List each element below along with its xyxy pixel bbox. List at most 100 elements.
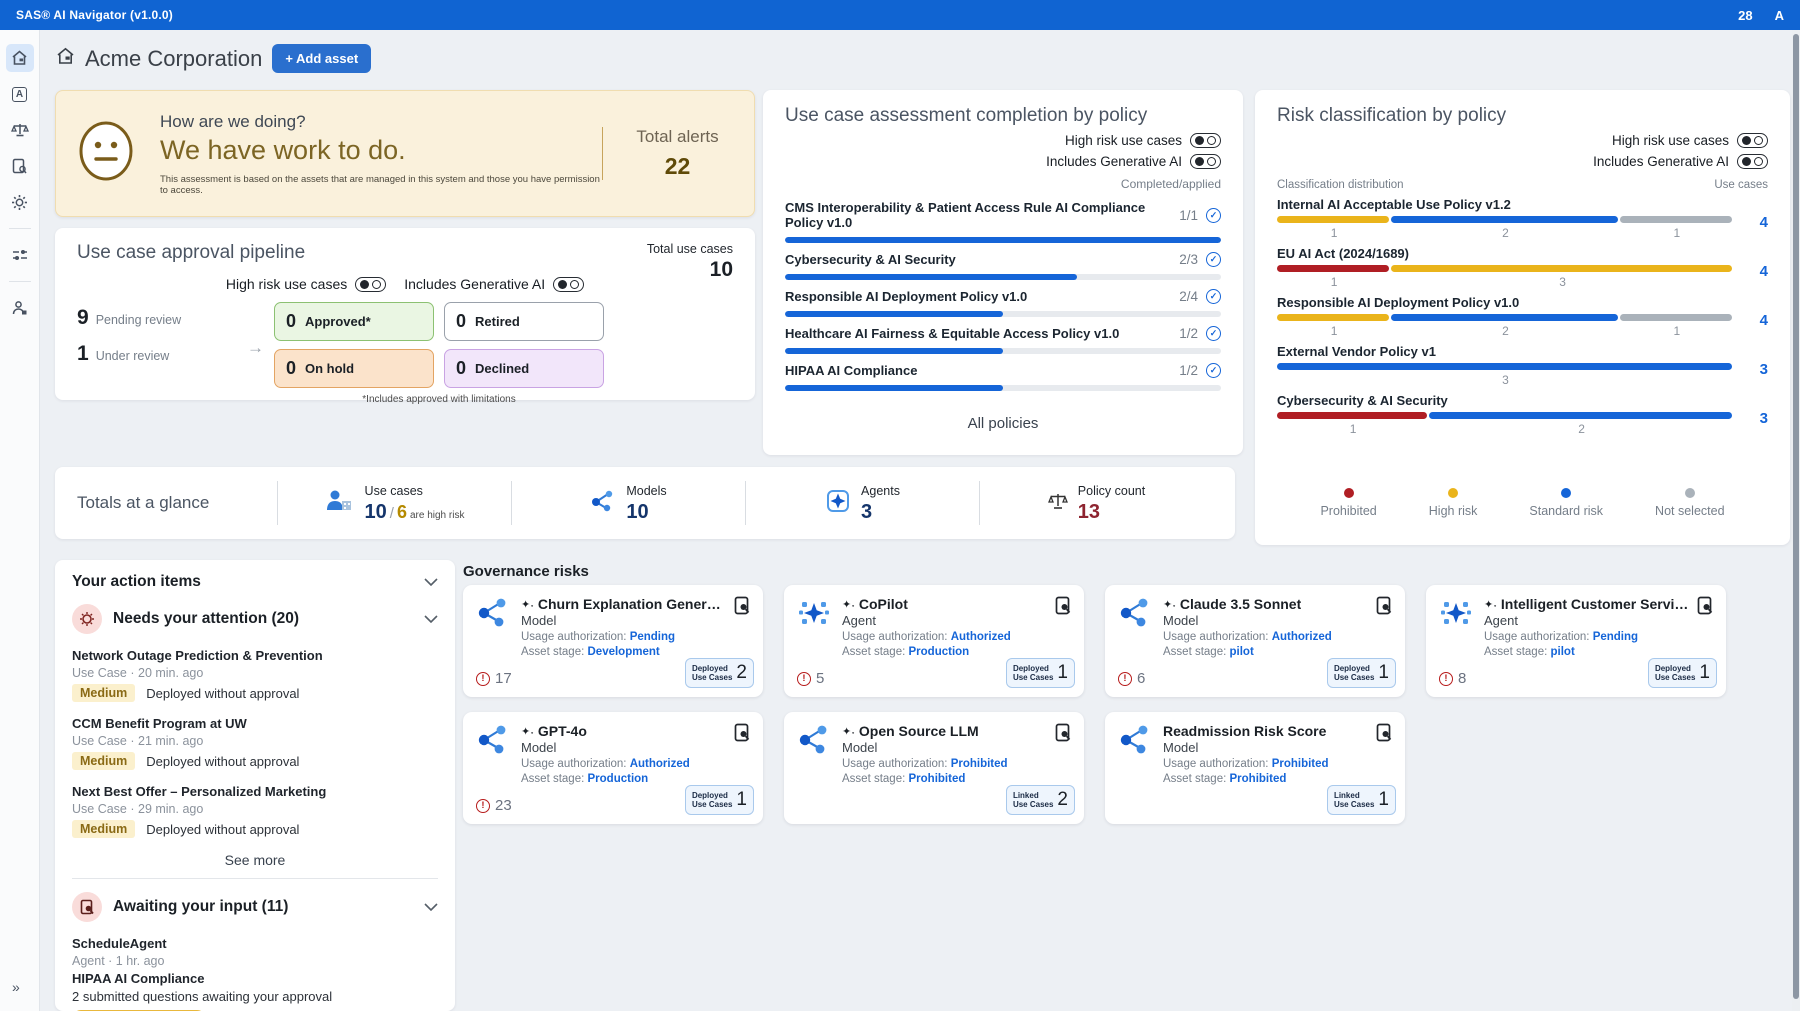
agents-total: Agents3	[745, 481, 979, 525]
see-more-link[interactable]: See more	[72, 852, 438, 868]
policy-badge-icon: ✓	[1206, 326, 1221, 341]
totals-strip: Totals at a glance Use cases 10/6are hig…	[55, 467, 1235, 539]
notification-count[interactable]: 28	[1738, 8, 1752, 23]
awaiting-input-header: Awaiting your input (11)	[113, 898, 288, 916]
use-cases-header: Use cases	[1714, 179, 1768, 191]
pending-review-label: Pending review	[96, 313, 181, 327]
action-item[interactable]: Next Best Offer – Personalized Marketing…	[72, 784, 438, 838]
retired-box: 0Retired	[444, 302, 604, 341]
action-item[interactable]: ScheduleAgent Agent · 1 hr. ago HIPAA AI…	[72, 936, 438, 1011]
chevron-down-icon[interactable]	[424, 898, 438, 916]
action-item[interactable]: Network Outage Prediction & Prevention U…	[72, 648, 438, 702]
gen-ai-sparkle-icon: ✦˖	[842, 725, 855, 738]
scrollbar-thumb[interactable]	[1793, 34, 1799, 999]
avatar[interactable]: A	[1775, 8, 1784, 23]
use-cases-badge: DeployedUse Cases2	[685, 658, 754, 688]
gen-ai-toggle[interactable]	[1190, 154, 1221, 169]
policy-badge-icon: ✓	[1206, 363, 1221, 378]
inspect-icon[interactable]	[734, 596, 751, 658]
asset-card[interactable]: ✦˖CoPilot Agent Usage authorization: Aut…	[784, 585, 1084, 697]
gen-ai-toggle[interactable]	[1737, 154, 1768, 169]
gen-ai-toggle[interactable]	[553, 277, 584, 292]
assets-icon[interactable]: A	[6, 80, 34, 108]
neutral-face-icon	[78, 120, 134, 187]
users-icon[interactable]	[6, 294, 34, 322]
risk-bar-row: Cybersecurity & AI Security 1 2 3	[1277, 393, 1768, 436]
sidebar-expand-icon[interactable]: »	[12, 979, 20, 995]
policy-progress-row: HIPAA AI Compliance1/2✓	[785, 363, 1221, 391]
severity-badge: Medium	[72, 820, 135, 838]
awaiting-input-icon	[72, 892, 102, 922]
high-risk-toggle-label: High risk use cases	[1612, 133, 1729, 148]
under-review-count: 1	[77, 342, 89, 366]
policy-scales-icon	[1048, 491, 1068, 516]
standard-risk-dot	[1561, 488, 1571, 498]
completed-applied-label: Completed/applied	[785, 177, 1221, 191]
severity-badge: Medium	[72, 684, 135, 702]
policy-document-icon[interactable]	[6, 152, 34, 180]
model-network-icon	[475, 723, 511, 785]
chevron-down-icon[interactable]	[424, 610, 438, 628]
all-policies-link[interactable]: All policies	[785, 415, 1221, 432]
asset-card[interactable]: Readmission Risk Score Model Usage autho…	[1105, 712, 1405, 824]
pipeline-footnote: *Includes approved with limitations	[274, 394, 604, 405]
asset-card[interactable]: ✦˖Open Source LLM Model Usage authorizat…	[784, 712, 1084, 824]
controls-sliders-icon[interactable]	[6, 241, 34, 269]
use-cases-badge: LinkedUse Cases2	[1006, 785, 1075, 815]
inspect-icon[interactable]	[1697, 596, 1714, 658]
alert-icon: !	[476, 672, 490, 686]
top-app-bar: SAS® AI Navigator (v1.0.0) 28 A	[0, 0, 1800, 30]
governance-scales-icon[interactable]	[6, 116, 34, 144]
policy-badge-icon: ✓	[1206, 289, 1221, 304]
needs-attention-header: Needs your attention (20)	[113, 610, 299, 628]
use-cases-badge: DeployedUse Cases1	[1648, 658, 1717, 688]
total-use-cases-value: 10	[647, 258, 733, 282]
inspect-icon[interactable]	[1055, 723, 1072, 785]
use-cases-badge: DeployedUse Cases1	[1006, 658, 1075, 688]
pipeline-arrow-icon: →	[247, 338, 264, 358]
asset-card[interactable]: ✦˖Claude 3.5 Sonnet Model Usage authoriz…	[1105, 585, 1405, 697]
settings-gear-icon[interactable]	[6, 188, 34, 216]
gen-ai-toggle-label: Includes Generative AI	[1593, 154, 1729, 169]
use-cases-badge: DeployedUse Cases1	[685, 785, 754, 815]
wellness-verdict: We have work to do.	[160, 135, 602, 166]
assessment-title: Use case assessment completion by policy	[785, 105, 1221, 127]
gen-ai-sparkle-icon: ✦˖	[1163, 598, 1176, 611]
policy-progress-row: Cybersecurity & AI Security2/3✓	[785, 252, 1221, 280]
risk-bar-row: External Vendor Policy v1 3 3	[1277, 344, 1768, 387]
classification-distribution-header: Classification distribution	[1277, 179, 1404, 191]
inspect-icon[interactable]	[1376, 723, 1393, 785]
wellness-question: How are we doing?	[160, 112, 602, 132]
asset-card[interactable]: ✦˖Intelligent Customer Service … Agent U…	[1426, 585, 1726, 697]
risk-bar-row: Responsible AI Deployment Policy v1.0 1 …	[1277, 295, 1768, 338]
inspect-icon[interactable]	[734, 723, 751, 785]
model-network-icon	[1117, 596, 1153, 658]
high-risk-toggle[interactable]	[355, 277, 386, 292]
agent-icon	[1438, 596, 1474, 658]
agent-icon	[796, 596, 832, 658]
total-alerts-value: 22	[623, 153, 732, 180]
policy-count-total: Policy count13	[979, 481, 1213, 525]
action-item[interactable]: CCM Benefit Program at UW Use Case · 21 …	[72, 716, 438, 770]
gen-ai-sparkle-icon: ✦˖	[1484, 598, 1497, 611]
asset-card[interactable]: ✦˖Churn Explanation Generator Model Usag…	[463, 585, 763, 697]
action-items-title: Your action items	[72, 573, 201, 591]
gen-ai-sparkle-icon: ✦˖	[842, 598, 855, 611]
high-risk-toggle[interactable]	[1190, 133, 1221, 148]
sidebar: A »	[0, 30, 40, 1011]
high-risk-toggle[interactable]	[1737, 133, 1768, 148]
inspect-icon[interactable]	[1376, 596, 1393, 658]
models-icon	[590, 488, 616, 519]
page-title: Acme Corporation	[85, 46, 262, 72]
gen-ai-toggle-label: Includes Generative AI	[404, 276, 545, 292]
inspect-icon[interactable]	[1055, 596, 1072, 658]
chevron-down-icon[interactable]	[424, 573, 438, 591]
approval-pipeline-panel: Use case approval pipeline Total use cas…	[55, 228, 755, 400]
home-icon[interactable]	[6, 44, 34, 72]
policy-badge-icon: ✓	[1206, 252, 1221, 267]
gen-ai-sparkle-icon: ✦˖	[521, 725, 534, 738]
window-scrollbar	[1792, 30, 1800, 1011]
add-asset-button[interactable]: + Add asset	[272, 44, 371, 73]
asset-card[interactable]: ✦˖GPT-4o Model Usage authorization: Auth…	[463, 712, 763, 824]
app-root: SAS® AI Navigator (v1.0.0) 28 A A »	[0, 0, 1800, 1011]
